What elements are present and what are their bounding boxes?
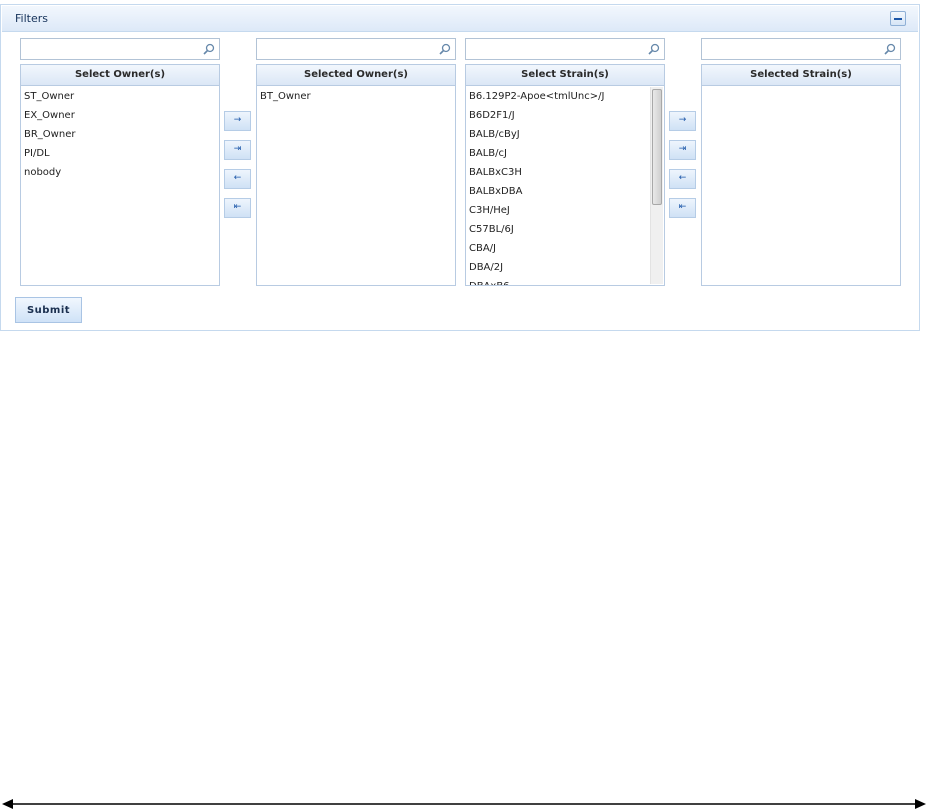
list-item[interactable]: B6.129P2-Apoe<tmlUnc>/J: [466, 87, 664, 106]
list-item[interactable]: BALBxC3H: [466, 163, 664, 182]
search-icon[interactable]: [202, 43, 215, 56]
select-owners-list[interactable]: ST_Owner EX_Owner BR_Owner PI/DL nobody: [20, 86, 220, 286]
list-item[interactable]: nobody: [21, 163, 219, 182]
list-item[interactable]: BALB/cByJ: [466, 125, 664, 144]
owner-add-all-button[interactable]: ⇥: [224, 140, 251, 160]
list-item[interactable]: BALBxDBA: [466, 182, 664, 201]
strain-remove-all-button[interactable]: ⇤: [669, 198, 696, 218]
select-owners-search-input[interactable]: [23, 41, 199, 56]
selected-strains-column: Selected Strain(s): [701, 38, 901, 286]
collapse-button[interactable]: [890, 11, 906, 26]
select-strains-header: Select Strain(s): [465, 64, 665, 86]
selected-owners-list[interactable]: BT_Owner: [256, 86, 456, 286]
submit-button[interactable]: Submit: [15, 297, 82, 323]
select-strains-list[interactable]: B6.129P2-Apoe<tmlUnc>/J B6D2F1/J BALB/cB…: [465, 86, 665, 286]
list-item[interactable]: BR_Owner: [21, 125, 219, 144]
list-item[interactable]: ST_Owner: [21, 87, 219, 106]
select-strains-search: [465, 38, 665, 60]
list-item[interactable]: C57BL/6J: [466, 220, 664, 239]
owner-remove-button[interactable]: ←: [224, 169, 251, 189]
list-item[interactable]: C3H/HeJ: [466, 201, 664, 220]
strain-add-all-button[interactable]: ⇥: [669, 140, 696, 160]
select-strains-search-input[interactable]: [468, 41, 644, 56]
strain-remove-button[interactable]: ←: [669, 169, 696, 189]
search-icon[interactable]: [438, 43, 451, 56]
list-item[interactable]: BALB/cJ: [466, 144, 664, 163]
select-owners-header: Select Owner(s): [20, 64, 220, 86]
panel-header: Filters: [2, 6, 918, 32]
selected-strains-list[interactable]: [701, 86, 901, 286]
owner-remove-all-button[interactable]: ⇤: [224, 198, 251, 218]
list-item[interactable]: BT_Owner: [257, 87, 455, 106]
selected-strains-search-input[interactable]: [704, 41, 880, 56]
list-item[interactable]: B6D2F1/J: [466, 106, 664, 125]
owner-add-button[interactable]: →: [224, 111, 251, 131]
search-icon[interactable]: [647, 43, 660, 56]
search-icon[interactable]: [883, 43, 896, 56]
list-item[interactable]: DBA/2J: [466, 258, 664, 277]
scrollbar[interactable]: [650, 87, 663, 284]
selected-strains-header: Selected Strain(s): [701, 64, 901, 86]
select-owners-search: [20, 38, 220, 60]
minus-icon: [894, 18, 902, 20]
selected-owners-column: Selected Owner(s) BT_Owner: [256, 38, 456, 286]
select-strains-column: Select Strain(s) B6.129P2-Apoe<tmlUnc>/J…: [465, 38, 665, 286]
strain-add-button[interactable]: →: [669, 111, 696, 131]
list-item[interactable]: EX_Owner: [21, 106, 219, 125]
select-owners-column: Select Owner(s) ST_Owner EX_Owner BR_Own…: [20, 38, 220, 286]
panel-title: Filters: [15, 12, 48, 25]
selected-owners-search-input[interactable]: [259, 41, 435, 56]
double-headed-arrow-icon: [2, 799, 926, 809]
list-item[interactable]: DBAxB6: [466, 277, 664, 285]
selected-owners-header: Selected Owner(s): [256, 64, 456, 86]
list-item[interactable]: CBA/J: [466, 239, 664, 258]
selected-owners-search: [256, 38, 456, 60]
scroll-thumb[interactable]: [652, 89, 662, 205]
list-item[interactable]: PI/DL: [21, 144, 219, 163]
selected-strains-search: [701, 38, 901, 60]
